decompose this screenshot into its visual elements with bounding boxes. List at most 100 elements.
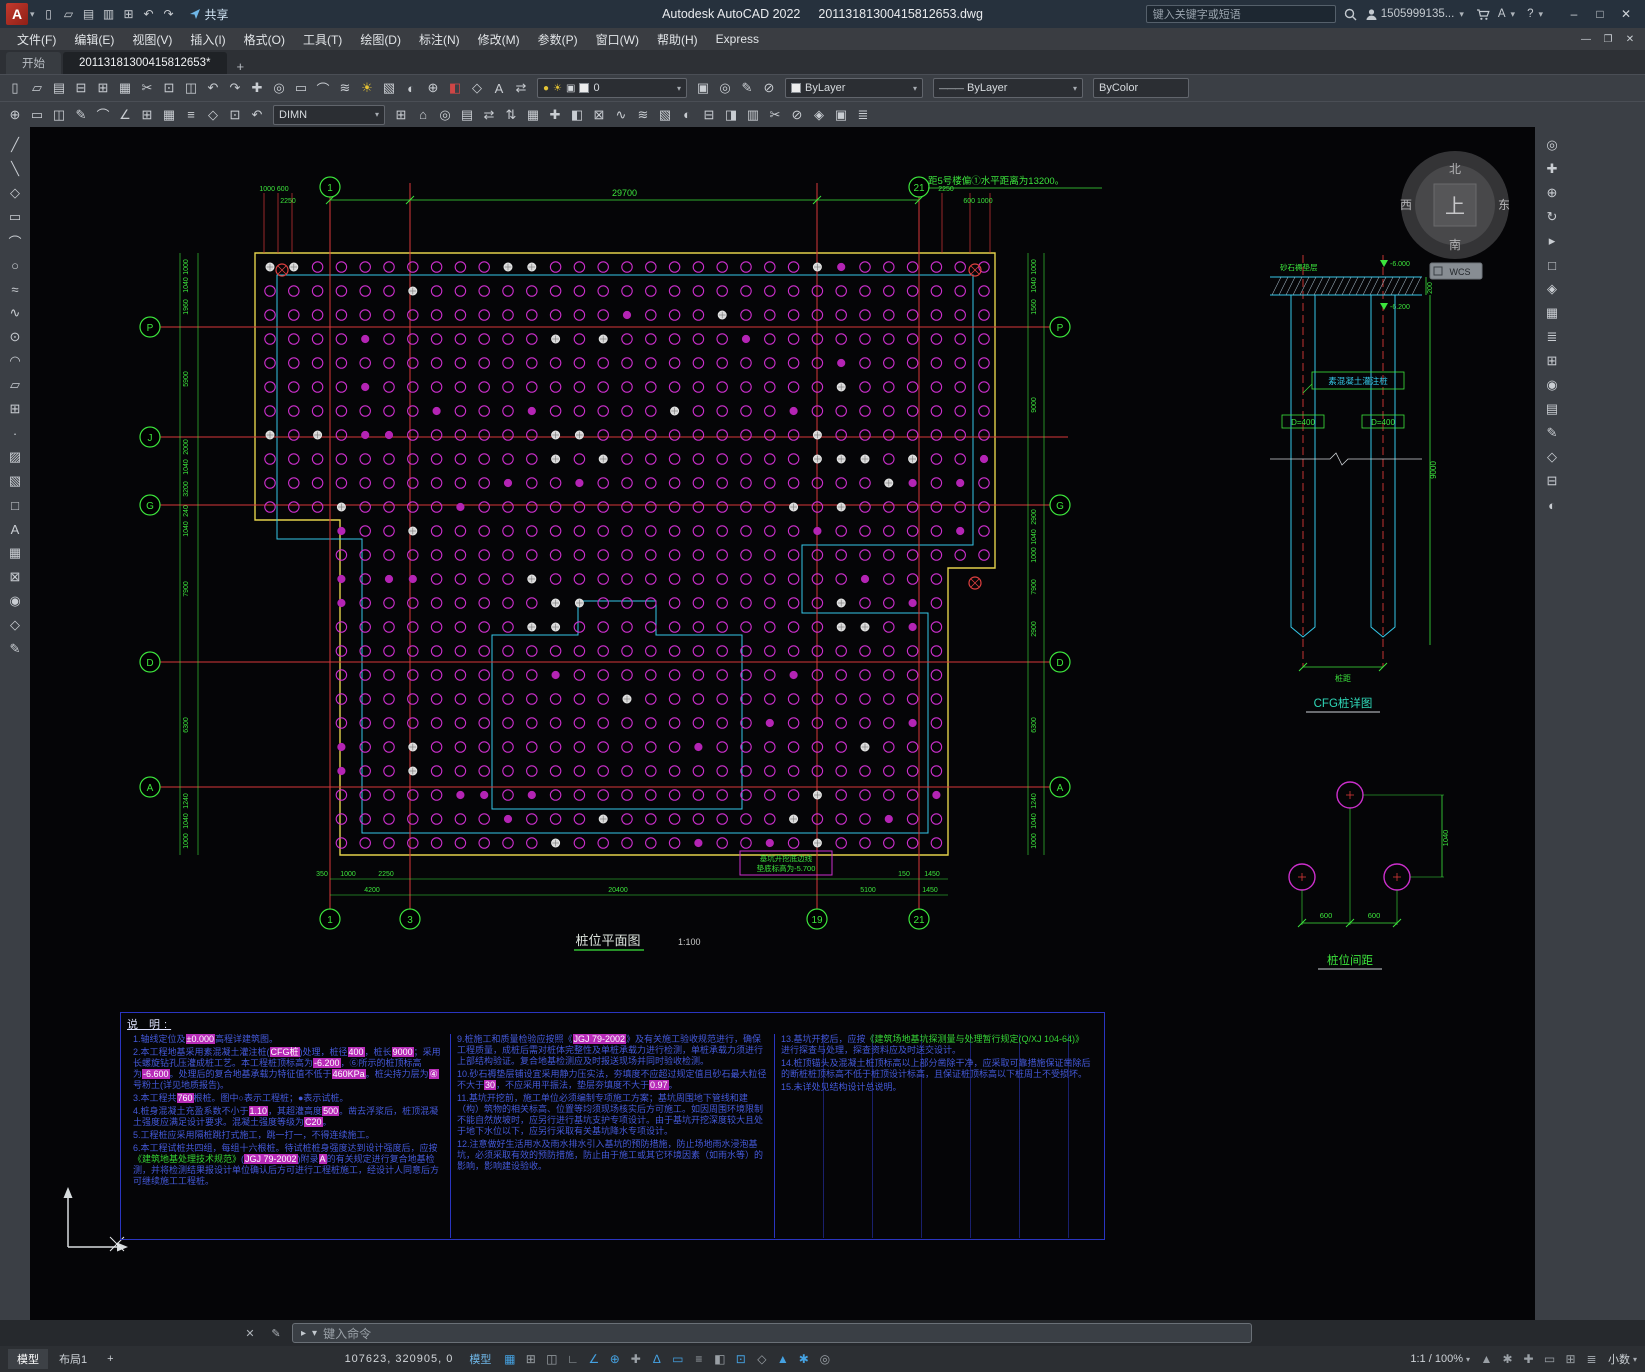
tool-icon[interactable]: ✚ (544, 105, 566, 125)
command-customize-button[interactable]: ✎ (266, 1327, 286, 1340)
tool-icon[interactable]: ⊡ (224, 105, 246, 125)
ellipse-icon[interactable]: ⊙ (3, 325, 27, 349)
dynamic-input-icon[interactable]: ▭ (667, 1349, 688, 1369)
tool-icon[interactable]: ◫ (48, 105, 70, 125)
tool-icon[interactable]: ⊞ (136, 105, 158, 125)
tool-icon[interactable]: ◧ (566, 105, 588, 125)
annotation-monitor-icon[interactable]: ▲ (772, 1349, 793, 1369)
save-icon[interactable]: ▤ (79, 4, 99, 24)
tool-icon[interactable]: ◎ (268, 78, 290, 98)
material-icon[interactable]: ◐ (1540, 493, 1564, 517)
undo-icon[interactable]: ↶ (139, 4, 159, 24)
view-manager-icon[interactable]: ◈ (1540, 277, 1564, 301)
polar-tracking-icon[interactable]: ∠ (583, 1349, 604, 1369)
pan-icon[interactable]: ✚ (1540, 157, 1564, 181)
tool-icon[interactable]: ✂ (136, 78, 158, 98)
tool-icon[interactable]: ≋ (334, 78, 356, 98)
zoom-icon[interactable]: ⊕ (1540, 181, 1564, 205)
model-space-badge[interactable]: 模型 (469, 1351, 491, 1367)
tool-icon[interactable]: ⊕ (422, 78, 444, 98)
circle-icon[interactable]: ○ (3, 253, 27, 277)
measure-icon[interactable]: ◇ (1540, 445, 1564, 469)
tool-icon[interactable]: ∠ (114, 105, 136, 125)
color-dropdown[interactable]: ByLayer ▾ (785, 78, 923, 98)
app-logo-button[interactable]: A (6, 3, 28, 25)
menu-工具(T)[interactable]: 工具(T) (294, 28, 351, 50)
tool-icon[interactable]: ▣ (692, 78, 714, 98)
menu-格式(O)[interactable]: 格式(O) (235, 28, 294, 50)
tool-icon[interactable]: ↶ (202, 78, 224, 98)
tool-icon[interactable]: ⊟ (698, 105, 720, 125)
object-snap-tracking-icon[interactable]: ✚ (625, 1349, 646, 1369)
workspace-icon[interactable]: ✱ (793, 1349, 814, 1369)
command-close-button[interactable]: ✕ (240, 1327, 260, 1340)
arc-icon[interactable]: ⌒ (3, 229, 27, 253)
maximize-button[interactable]: □ (1587, 3, 1613, 25)
tool-icon[interactable]: ≋ (632, 105, 654, 125)
tool-icon[interactable]: ⊟ (70, 78, 92, 98)
workspace-switching-icon[interactable]: ✱ (1497, 1349, 1518, 1369)
doc-restore-button[interactable]: ❐ (1597, 30, 1619, 48)
hardware-accel-icon[interactable]: ▭ (1539, 1349, 1560, 1369)
annotate-icon[interactable]: ✎ (1540, 421, 1564, 445)
properties-icon[interactable]: ≣ (1540, 325, 1564, 349)
transparency-icon[interactable]: ◧ (709, 1349, 730, 1369)
menu-帮助(H)[interactable]: 帮助(H) (648, 28, 707, 50)
region-icon[interactable]: □ (3, 493, 27, 517)
search-button[interactable] (1344, 8, 1357, 21)
layers-panel-icon[interactable]: ▤ (1540, 397, 1564, 421)
tool-icon[interactable]: ✎ (736, 78, 758, 98)
tool-icon[interactable]: ✂ (764, 105, 786, 125)
open-icon[interactable]: ▱ (59, 4, 79, 24)
tool-icon[interactable]: ◇ (202, 105, 224, 125)
menu-插入(I)[interactable]: 插入(I) (181, 28, 234, 50)
tool-icon[interactable]: ▣ (830, 105, 852, 125)
tool-icon[interactable]: ◨ (720, 105, 742, 125)
tool-icon[interactable]: ▧ (378, 78, 400, 98)
menu-绘图(D)[interactable]: 绘图(D) (351, 28, 410, 50)
tool-icon[interactable]: ↷ (224, 78, 246, 98)
tool-icon[interactable]: ▥ (742, 105, 764, 125)
mtext-icon[interactable]: A (3, 517, 27, 541)
snap-mode-icon[interactable]: ⊞ (520, 1349, 541, 1369)
tool-icon[interactable]: ▱ (26, 78, 48, 98)
revcloud-icon[interactable]: ≈ (3, 277, 27, 301)
tool-icon[interactable]: ◐ (676, 105, 698, 125)
tool-icon[interactable]: ▦ (158, 105, 180, 125)
xline-icon[interactable]: ╲ (3, 157, 27, 181)
menu-标注(N)[interactable]: 标注(N) (410, 28, 469, 50)
tool-icon[interactable]: ⇄ (510, 78, 532, 98)
save-as-icon[interactable]: ▥ (99, 4, 119, 24)
hatch-icon[interactable]: ▨ (3, 445, 27, 469)
units-dropdown[interactable]: 小数 ▾ (1608, 1351, 1637, 1367)
tool-icon[interactable]: A (488, 78, 510, 98)
tool-icon[interactable]: ⊠ (588, 105, 610, 125)
layer-dropdown[interactable]: ● ☀ ▣ 0 ▾ (537, 78, 687, 98)
show-motion-icon[interactable]: ▸ (1540, 229, 1564, 253)
redo-icon[interactable]: ↷ (159, 4, 179, 24)
app-store-button[interactable] (1476, 8, 1490, 21)
menu-视图(V)[interactable]: 视图(V) (123, 28, 181, 50)
annotation-scale-dropdown[interactable]: 1:1 / 100% ▾ (1410, 1353, 1470, 1365)
tool-icon[interactable]: ≡ (180, 105, 202, 125)
spline-icon[interactable]: ∿ (3, 301, 27, 325)
tool-icon[interactable]: ▦ (522, 105, 544, 125)
dimstyle-dropdown[interactable]: DIMN ▾ (273, 104, 385, 125)
center-mark-icon[interactable]: ◉ (1540, 373, 1564, 397)
blocks-palette-icon[interactable]: ⊞ (1540, 349, 1564, 373)
plot-icon[interactable]: ⊞ (119, 4, 139, 24)
new-layout-button[interactable]: + (98, 1351, 122, 1367)
help-button[interactable]: ? ▾ (1527, 8, 1547, 20)
drawing-canvas[interactable]: 1 1 3 19 21 21 P J G D A P G D A 29700 1000 600 2250 2250 6… (30, 127, 1535, 1320)
make-block-icon[interactable]: ⊞ (3, 397, 27, 421)
tool-icon[interactable]: ∿ (610, 105, 632, 125)
menu-窗口(W)[interactable]: 窗口(W) (587, 28, 648, 50)
menu-Express[interactable]: Express (707, 28, 768, 50)
ortho-icon[interactable]: ∟ (562, 1349, 583, 1369)
tab-document[interactable]: 20113181300415812653* (63, 52, 227, 74)
doc-close-button[interactable]: ✕ (1619, 30, 1641, 48)
tool-icon[interactable]: ▭ (26, 105, 48, 125)
tool-icon[interactable]: ☀ (356, 78, 378, 98)
rectangle-icon[interactable]: ▭ (3, 205, 27, 229)
new-drawing-tab-button[interactable]: + (229, 59, 253, 74)
